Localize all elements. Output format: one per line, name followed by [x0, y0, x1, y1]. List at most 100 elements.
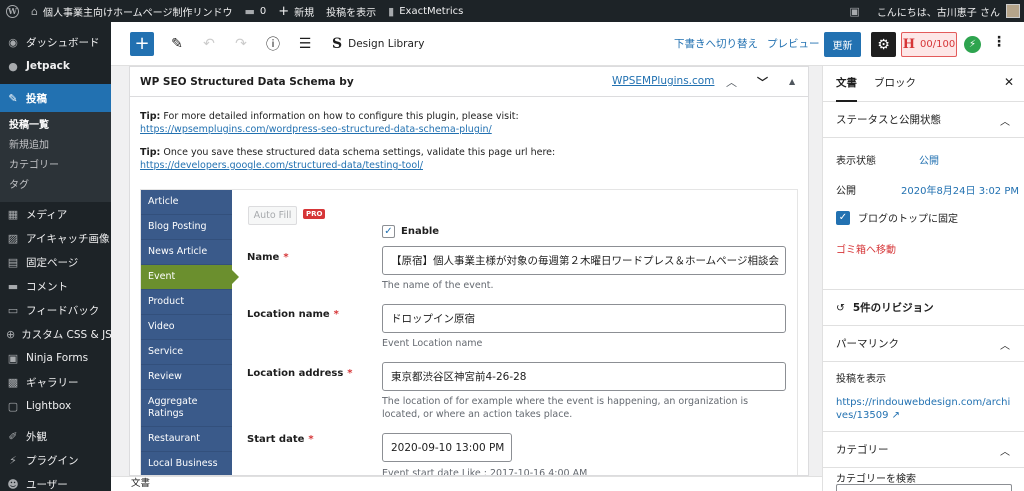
move-to-trash-button[interactable]: ゴミ箱へ移動	[836, 241, 896, 256]
comment-icon: ▬	[7, 279, 19, 293]
publish-date-toggle[interactable]: 2020年8月24日 3:02 PM	[901, 182, 1019, 197]
tab-block[interactable]: ブロック	[874, 66, 916, 102]
admin-bar: W ⌂ 個人事業主向けホームページ制作リンドウ ▬ 0 + 新規 投稿を表示 ▮ Exa…	[0, 0, 1024, 22]
schema-tab-article[interactable]: Article	[141, 190, 232, 215]
category-search-input[interactable]	[836, 484, 1012, 491]
auto-fill-button[interactable]: Auto Fill	[248, 206, 297, 225]
schema-tab-local-business[interactable]: Local Business	[141, 452, 232, 475]
wpsemplugins-link[interactable]: WPSEMPlugins.com	[612, 75, 714, 87]
schema-tab-video[interactable]: Video	[141, 315, 232, 340]
list-view-icon[interactable]: ☰	[296, 36, 314, 52]
sidebar-item-jetpack[interactable]: ● Jetpack	[0, 54, 111, 78]
submenu-categories[interactable]: カテゴリー	[0, 156, 111, 176]
location-name-input[interactable]: ドロップイン原宿	[382, 304, 786, 333]
plugin-docs-link[interactable]: https://wpsemplugins.com/wordpress-seo-s…	[140, 124, 492, 135]
schema-tab-review[interactable]: Review	[141, 365, 232, 390]
enable-checkbox-row[interactable]: ✓ Enable	[382, 225, 439, 238]
exactmetrics-menu[interactable]: ▮ ExactMetrics	[382, 0, 469, 22]
permalink-panel: 投稿を表示 https://rindouwebdesign.com/archiv…	[823, 362, 1024, 432]
metabox-title: WP SEO Structured Data Schema by	[140, 75, 354, 88]
move-down-icon[interactable]: ﹀	[757, 74, 768, 90]
form-icon: ▣	[7, 351, 19, 365]
location-address-input[interactable]: 東京都渋谷区神宮前4-26-28	[382, 362, 786, 391]
start-date-input[interactable]: 2020-09-10 13:00 PM	[382, 433, 512, 462]
sidebar-item-custom-css[interactable]: ⊕ カスタム CSS & JS	[0, 322, 111, 346]
sidebar-item-media[interactable]: ▦ メディア	[0, 202, 111, 226]
visibility-toggle[interactable]: 公開	[919, 152, 939, 167]
sticky-row[interactable]: ✓ ブログのトップに固定	[836, 210, 958, 225]
sticky-checkbox[interactable]: ✓	[836, 210, 850, 225]
lightbox-icon: ▢	[7, 399, 19, 413]
tip-1: Tip: For more detailed information on ho…	[130, 110, 808, 136]
sidebar-item-appearance[interactable]: ✐ 外観	[0, 424, 111, 448]
tab-document[interactable]: 文書	[836, 66, 857, 102]
close-icon[interactable]: ✕	[1004, 75, 1014, 89]
user-icon: ☻	[7, 477, 19, 491]
schema-tab-blog-posting[interactable]: Blog Posting	[141, 215, 232, 240]
move-up-icon[interactable]: ︿	[726, 74, 737, 90]
my-account-menu[interactable]: こんにちは、古川恵子 さん	[871, 0, 1024, 22]
sidebar-item-dashboard[interactable]: ◉ ダッシュボード	[0, 30, 111, 54]
undo-icon[interactable]: ↶	[200, 36, 218, 52]
notification-icon-wrap[interactable]: ▣	[843, 0, 870, 22]
design-library-logo-icon[interactable]: S	[332, 36, 342, 52]
view-post-link[interactable]: 投稿を表示	[320, 0, 382, 22]
schema-tab-aggregate-ratings[interactable]: Aggregate Ratings	[141, 390, 232, 427]
category-header[interactable]: カテゴリー ︿	[823, 432, 1024, 468]
revisions-button[interactable]: ↺ 5件のリビジョン	[823, 290, 1024, 326]
sidebar-item-gallery[interactable]: ▩ ギャラリー	[0, 370, 111, 394]
sidebar-label: Lightbox	[26, 400, 72, 412]
add-block-button[interactable]: +	[130, 31, 154, 56]
sidebar-item-ninja-forms[interactable]: ▣ Ninja Forms	[0, 346, 111, 370]
tip-text: Once you save these structured data sche…	[163, 147, 556, 158]
permalink-header[interactable]: パーマリンク ︿	[823, 326, 1024, 362]
more-options-icon[interactable]: ⋮	[992, 34, 1006, 50]
schema-tab-news-article[interactable]: News Article	[141, 240, 232, 265]
comments-menu[interactable]: ▬ 0	[238, 0, 272, 22]
submenu-tags[interactable]: タグ	[0, 176, 111, 196]
settings-gear-icon[interactable]: ⚙	[871, 32, 896, 57]
info-icon[interactable]: ⓘ	[264, 34, 282, 54]
sidebar-label: Jetpack	[26, 60, 70, 72]
sidebar-item-plugins[interactable]: ⚡ プラグイン	[0, 448, 111, 472]
enable-checkbox[interactable]: ✓	[382, 225, 395, 238]
design-library-button[interactable]: Design Library	[348, 38, 424, 50]
testing-tool-link[interactable]: https://developers.google.com/structured…	[140, 160, 423, 171]
jetpack-bolt-icon[interactable]: ⚡	[964, 36, 981, 53]
event-name-input[interactable]: 【原宿】個人事業主様が対象の毎週第２木曜日ワードプレス＆ホームページ相談会	[382, 246, 786, 275]
editor-toolbar: + ✎ ↶ ↷ ⓘ ☰ S Design Library 下書きへ切り替え プレ…	[111, 22, 1024, 66]
status-visibility-header[interactable]: ステータスと公開状態 ︿	[823, 102, 1024, 138]
sidebar-item-comments[interactable]: ▬ コメント	[0, 274, 111, 298]
sidebar-item-feedback[interactable]: ▭ フィードバック	[0, 298, 111, 322]
sidebar-item-users[interactable]: ☻ ユーザー	[0, 472, 111, 491]
sidebar-label: 固定ページ	[26, 256, 79, 269]
schema-tab-service[interactable]: Service	[141, 340, 232, 365]
metabox-header: WP SEO Structured Data Schema by WPSEMPl…	[130, 67, 808, 97]
submenu-all-posts[interactable]: 投稿一覧	[0, 116, 111, 136]
permalink-url-link[interactable]: https://rindouwebdesign.com/archives/135…	[836, 396, 1012, 422]
schema-tab-event[interactable]: Event	[141, 265, 239, 290]
schema-tab-restaurant[interactable]: Restaurant	[141, 427, 232, 452]
name-label: Name *	[247, 252, 289, 263]
switch-to-draft-button[interactable]: 下書きへ切り替え	[674, 22, 758, 66]
site-name-menu[interactable]: ⌂ 個人事業主向けホームページ制作リンドウ	[25, 0, 238, 22]
sidebar-item-posts[interactable]: ✎ 投稿	[0, 84, 111, 112]
schema-tab-product[interactable]: Product	[141, 290, 232, 315]
dashboard-icon: ◉	[8, 35, 18, 49]
collapse-icon[interactable]: ▲	[789, 77, 795, 86]
sidebar-item-lightbox[interactable]: ▢ Lightbox	[0, 394, 111, 418]
edit-tools-icon[interactable]: ✎	[168, 36, 186, 52]
page-icon: ▤	[7, 255, 19, 269]
seo-score-button[interactable]: H 00/100	[901, 32, 957, 57]
sidebar-item-pages[interactable]: ▤ 固定ページ	[0, 250, 111, 274]
new-content-menu[interactable]: + 新規	[272, 0, 320, 22]
preview-button[interactable]: プレビュー	[767, 22, 820, 66]
tip-2: Tip: Once you save these structured data…	[130, 146, 808, 172]
update-button[interactable]: 更新	[824, 32, 861, 57]
sidebar-label: 投稿	[26, 92, 47, 105]
submenu-add-new[interactable]: 新規追加	[0, 136, 111, 156]
redo-icon[interactable]: ↷	[232, 36, 250, 52]
sidebar-item-eyecatch[interactable]: ▨ アイキャッチ画像	[0, 226, 111, 250]
wp-logo-menu[interactable]: W	[0, 0, 25, 22]
breadcrumb-document[interactable]: 文書	[131, 478, 150, 489]
